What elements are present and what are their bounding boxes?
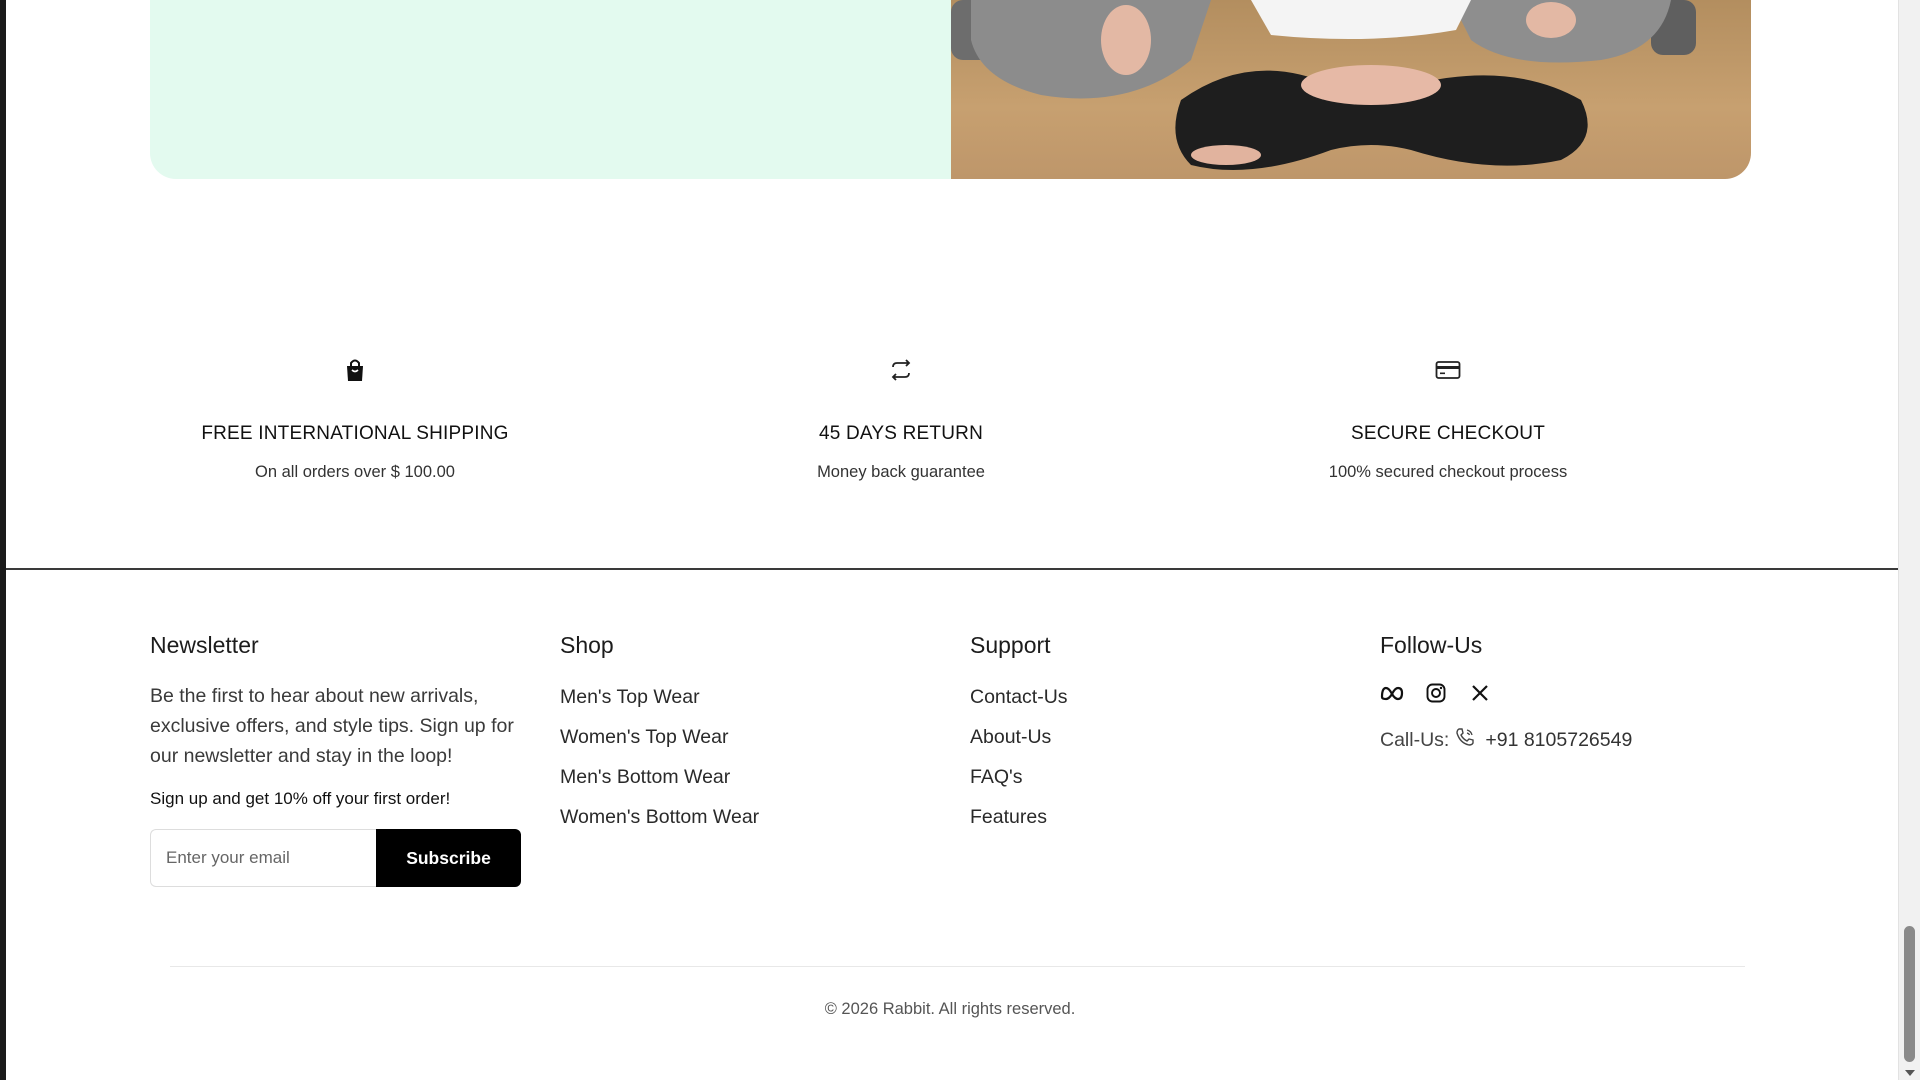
feature-checkout: SECURE CHECKOUT 100% secured checkout pr… <box>1248 355 1648 482</box>
features-row: FREE INTERNATIONAL SHIPPING On all order… <box>150 355 1751 495</box>
shop-link-mens-bottom-wear[interactable]: Men's Bottom Wear <box>560 757 759 797</box>
shop-link-womens-top-wear[interactable]: Women's Top Wear <box>560 717 759 757</box>
feature-shipping: FREE INTERNATIONAL SHIPPING On all order… <box>155 355 555 482</box>
subscribe-button[interactable]: Subscribe <box>376 829 521 887</box>
footer-bottom-line <box>170 966 1745 967</box>
hero-banner <box>150 0 1751 179</box>
meta-icon[interactable] <box>1380 681 1404 705</box>
call-info: Call-Us: +91 8105726549 <box>1380 727 1632 753</box>
feature-subtitle: Money back guarantee <box>817 463 985 481</box>
shop-link-mens-top-wear[interactable]: Men's Top Wear <box>560 677 759 717</box>
copyright-text: © 2026 Rabbit. All rights reserved. <box>824 1000 1076 1018</box>
feature-title: FREE INTERNATIONAL SHIPPING <box>201 423 509 444</box>
phone-icon <box>1455 727 1475 753</box>
support-link-about[interactable]: About-Us <box>970 717 1068 757</box>
footer-divider <box>6 568 1898 570</box>
newsletter-form: Subscribe <box>150 829 521 887</box>
feature-title: 45 DAYS RETURN <box>819 423 983 444</box>
feature-returns: 45 DAYS RETURN Money back guarantee <box>701 355 1101 482</box>
x-icon[interactable] <box>1468 681 1492 705</box>
follow-heading: Follow-Us <box>1380 632 1483 658</box>
scroll-down-arrow-icon[interactable] <box>1905 1070 1915 1076</box>
scrollbar-thumb[interactable] <box>1904 926 1915 1062</box>
shop-column: Shop Men's Top Wear Women's Top Wear Men… <box>560 632 759 837</box>
support-column: Support Contact-Us About-Us FAQ's Featur… <box>970 632 1068 837</box>
email-input[interactable] <box>150 829 376 887</box>
hero-image <box>951 0 1751 179</box>
newsletter-heading: Newsletter <box>150 632 259 658</box>
phone-number[interactable]: +91 8105726549 <box>1485 729 1632 752</box>
hero-color-panel <box>150 0 951 179</box>
return-cycle-icon <box>701 355 1101 385</box>
shopping-bag-icon <box>155 355 555 385</box>
call-label: Call-Us: <box>1380 728 1450 751</box>
follow-column: Follow-Us Call-Us: +91 8105726549 <box>1380 632 1632 753</box>
support-links: Contact-Us About-Us FAQ's Features <box>970 677 1068 837</box>
support-link-features[interactable]: Features <box>970 797 1068 837</box>
newsletter-column: Newsletter Be the first to hear about ne… <box>150 632 530 887</box>
feature-subtitle: On all orders over $ 100.00 <box>255 463 455 481</box>
feature-subtitle: 100% secured checkout process <box>1328 463 1568 481</box>
credit-card-icon <box>1248 355 1648 385</box>
page-scrollbar[interactable] <box>1898 0 1920 1080</box>
support-link-faq[interactable]: FAQ's <box>970 757 1068 797</box>
social-links <box>1380 679 1632 707</box>
support-link-contact[interactable]: Contact-Us <box>970 677 1068 717</box>
feature-title: SECURE CHECKOUT <box>1350 423 1546 444</box>
window-frame-left <box>0 0 6 1080</box>
newsletter-description: Be the first to hear about new arrivals,… <box>150 685 514 767</box>
instagram-icon[interactable] <box>1424 681 1448 705</box>
shop-links: Men's Top Wear Women's Top Wear Men's Bo… <box>560 677 759 837</box>
shop-heading: Shop <box>560 632 614 658</box>
newsletter-promo: Sign up and get 10% off your first order… <box>150 789 451 808</box>
support-heading: Support <box>970 632 1051 658</box>
shop-link-womens-bottom-wear[interactable]: Women's Bottom Wear <box>560 797 759 837</box>
